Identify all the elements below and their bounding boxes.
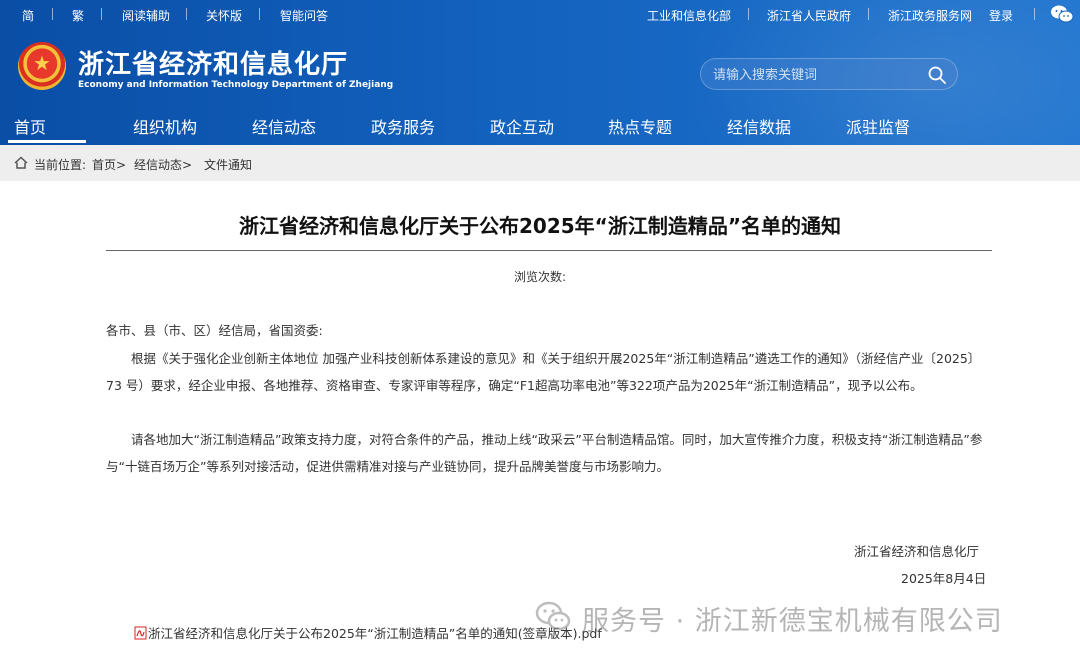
top-bar: 简 繁 阅读辅助 关怀版 智能问答 工业和信息化部 浙江省人民政府 浙江政务服务…: [0, 0, 1080, 28]
search-input[interactable]: [713, 65, 913, 85]
divider: [52, 8, 53, 20]
service-net-link[interactable]: 浙江政务服务网: [888, 7, 972, 24]
nav-supervision[interactable]: 派驻监督: [846, 114, 910, 138]
emblem-icon: [18, 42, 66, 90]
nav-interaction[interactable]: 政企互动: [490, 114, 554, 138]
login-link[interactable]: 登录: [989, 7, 1013, 24]
search-icon[interactable]: [927, 65, 947, 85]
article-title: 浙江省经济和信息化厅关于公布2025年“浙江制造精品”名单的通知: [239, 214, 841, 238]
breadcrumb-news[interactable]: 经信动态>: [134, 156, 192, 173]
nav-topics[interactable]: 热点专题: [608, 114, 672, 138]
miit-link[interactable]: 工业和信息化部: [647, 7, 731, 24]
site-header: 简 繁 阅读辅助 关怀版 智能问答 工业和信息化部 浙江省人民政府 浙江政务服务…: [0, 0, 1080, 145]
signature-org: 浙江省经济和信息化厅: [854, 544, 980, 559]
signature-date: 2025年8月4日: [901, 571, 987, 586]
nav-data[interactable]: 经信数据: [727, 114, 791, 138]
divider: [186, 8, 187, 20]
breadcrumb-current[interactable]: 文件通知: [204, 156, 252, 173]
paragraph-1: 根据《关于强化企业创新主体地位 加强产业科技创新体系建设的意见》和《关于组织开展…: [106, 351, 981, 393]
search-box: [700, 58, 958, 90]
view-count: 浏览次数:: [513, 270, 567, 284]
salutation: 各市、县（市、区）经信局，省国资委:: [106, 323, 323, 338]
paragraph-2: 请各地加大“浙江制造精品”政策支持力度，对符合条件的产品，推动上线“政采云”平台…: [106, 432, 983, 474]
nav-home[interactable]: 首页: [14, 114, 46, 138]
divider: [748, 8, 749, 20]
divider: [259, 8, 260, 20]
wechat-icon[interactable]: [1050, 4, 1074, 24]
breadcrumb-home[interactable]: 首页>: [92, 156, 126, 173]
home-icon: [14, 156, 28, 169]
divider: [1034, 8, 1035, 20]
nav-active-indicator: [8, 140, 86, 143]
title-divider: [106, 250, 992, 251]
traditional-link[interactable]: 繁: [72, 7, 84, 24]
breadcrumb: 当前位置: 首页> 经信动态> 文件通知: [0, 145, 1080, 181]
divider: [101, 8, 102, 20]
smart-qa-link[interactable]: 智能问答: [280, 7, 328, 24]
nav-organization[interactable]: 组织机构: [133, 114, 197, 138]
simplified-link[interactable]: 简: [22, 7, 34, 24]
elderly-mode-link[interactable]: 关怀版: [206, 7, 242, 24]
divider: [868, 8, 869, 20]
site-title[interactable]: 浙江省经济和信息化厅: [78, 44, 348, 81]
site-subtitle-en: Economy and Information Technology Depar…: [78, 80, 394, 90]
nav-news[interactable]: 经信动态: [252, 114, 316, 138]
watermark-text: 服务号 · 浙江新德宝机械有限公司: [582, 606, 1003, 637]
pdf-icon: [134, 626, 147, 640]
provincial-gov-link[interactable]: 浙江省人民政府: [767, 7, 851, 24]
breadcrumb-label: 当前位置:: [34, 158, 87, 172]
nav-services[interactable]: 政务服务: [371, 114, 435, 138]
wechat-watermark-icon: [535, 601, 571, 631]
reading-aid-link[interactable]: 阅读辅助: [122, 7, 170, 24]
main-nav: 首页 组织机构 经信动态 政务服务 政企互动 热点专题 经信数据 派驻监督: [0, 108, 1080, 145]
